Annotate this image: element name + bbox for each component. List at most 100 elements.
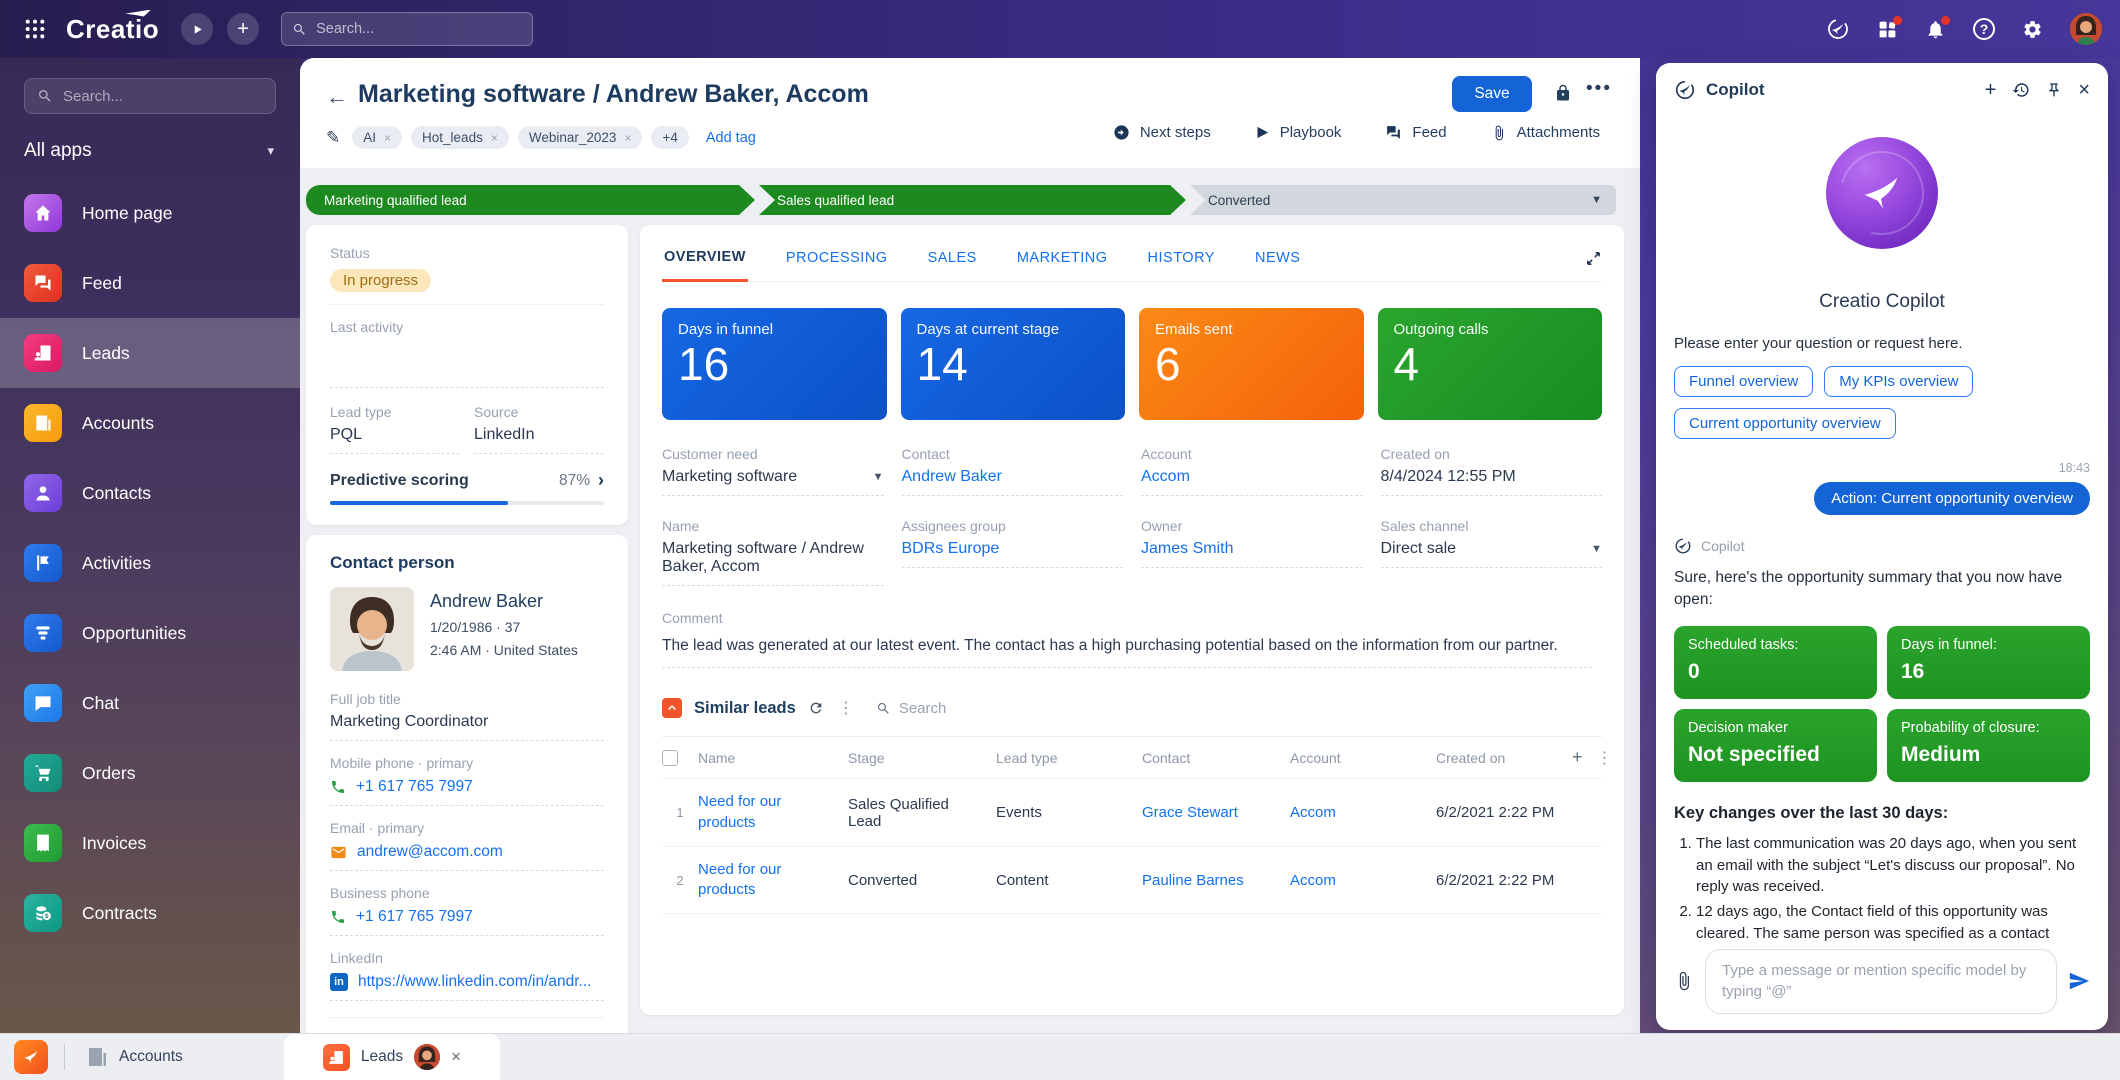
assignees-group-link[interactable]: BDRs Europe	[902, 540, 1000, 558]
sidebar-item-leads[interactable]: Leads	[0, 318, 300, 388]
account-link[interactable]: Accom	[1290, 804, 1336, 821]
remove-tag-icon[interactable]: ×	[384, 131, 391, 145]
similar-leads-search[interactable]	[876, 700, 1029, 717]
name-value[interactable]: Marketing software / Andrew Baker, Accom	[662, 540, 884, 586]
sidebar-item-activities[interactable]: Activities	[0, 528, 300, 598]
col-contact[interactable]: Contact	[1142, 750, 1290, 766]
account-link[interactable]: Accom	[1141, 468, 1190, 486]
app-grid-icon[interactable]	[18, 12, 52, 46]
lead-type-value[interactable]: PQL	[330, 426, 460, 454]
stage-marketing-qualified[interactable]: Marketing qualified lead	[306, 185, 755, 215]
more-actions-icon[interactable]: •••	[1586, 78, 1612, 100]
suggestion-funnel-overview[interactable]: Funnel overview	[1674, 366, 1813, 397]
suggestion-opportunity-overview[interactable]: Current opportunity overview	[1674, 408, 1896, 439]
marketplace-icon[interactable]	[1877, 19, 1898, 40]
refresh-icon[interactable]	[808, 700, 824, 716]
col-created-on[interactable]: Created on	[1436, 750, 1572, 766]
lead-name-link[interactable]: Need for our products	[698, 861, 781, 898]
sidebar-item-chat[interactable]: Chat	[0, 668, 300, 738]
sales-channel-select[interactable]: Direct sale▼	[1381, 540, 1603, 568]
tab-marketing[interactable]: MARKETING	[1015, 236, 1110, 280]
table-menu-icon[interactable]: ⋮	[1597, 748, 1613, 768]
col-account[interactable]: Account	[1290, 750, 1436, 766]
sidebar-item-opportunities[interactable]: Opportunities	[0, 598, 300, 668]
quick-add-button[interactable]: +	[227, 13, 259, 45]
back-arrow-icon[interactable]: ←	[326, 84, 348, 110]
notifications-icon[interactable]	[1925, 19, 1946, 40]
remove-tag-icon[interactable]: ×	[624, 131, 631, 145]
section-menu-icon[interactable]: ⋮	[838, 698, 854, 718]
tab-news[interactable]: NEWS	[1253, 236, 1303, 280]
sidebar-item-feed[interactable]: Feed	[0, 248, 300, 318]
pin-icon[interactable]	[2046, 82, 2062, 98]
table-row[interactable]: 2 Need for our products Converted Conten…	[662, 847, 1602, 915]
save-button[interactable]: Save	[1452, 76, 1532, 112]
collapse-section-icon[interactable]	[662, 698, 682, 718]
attach-file-icon[interactable]	[1674, 971, 1694, 991]
user-avatar[interactable]	[2070, 13, 2102, 45]
sidebar-item-accounts[interactable]: Accounts	[0, 388, 300, 458]
sidebar-item-invoices[interactable]: Invoices	[0, 808, 300, 878]
select-all-checkbox[interactable]	[662, 750, 678, 766]
creatio-taskbar-icon[interactable]	[14, 1040, 48, 1074]
contact-link[interactable]: Grace Stewart	[1142, 804, 1238, 821]
source-value[interactable]: LinkedIn	[474, 426, 604, 454]
col-name[interactable]: Name	[698, 750, 848, 766]
taskbar-tab-leads-active[interactable]: Leads ×	[284, 1034, 500, 1080]
edit-tags-icon[interactable]: ✎	[326, 128, 340, 148]
tag[interactable]: Hot_leads×	[411, 126, 509, 149]
user-action-chip[interactable]: Action: Current opportunity overview	[1814, 482, 2090, 515]
add-column-icon[interactable]: +	[1572, 747, 1583, 768]
suggestion-kpis-overview[interactable]: My KPIs overview	[1824, 366, 1973, 397]
workspace-selector[interactable]: All apps ▾	[24, 140, 274, 162]
job-title-value[interactable]: Marketing Coordinator	[330, 713, 604, 741]
history-icon[interactable]	[2012, 81, 2030, 99]
playbook-button[interactable]: Playbook	[1255, 124, 1342, 141]
run-process-button[interactable]	[181, 13, 213, 45]
sidebar-item-home[interactable]: Home page	[0, 178, 300, 248]
stage-sales-qualified[interactable]: Sales qualified lead	[759, 185, 1186, 215]
send-icon[interactable]	[2068, 970, 2090, 992]
tab-history[interactable]: HISTORY	[1146, 236, 1217, 280]
close-tab-icon[interactable]: ×	[451, 1047, 461, 1067]
sidebar-item-orders[interactable]: Orders	[0, 738, 300, 808]
add-tag-button[interactable]: Add tag	[706, 130, 756, 146]
customer-need-select[interactable]: Marketing software▼	[662, 468, 884, 496]
close-icon[interactable]: ×	[2078, 80, 2090, 100]
feed-button[interactable]: Feed	[1385, 124, 1446, 141]
sidebar-search-input[interactable]	[63, 88, 263, 105]
contact-link[interactable]: Andrew Baker	[902, 468, 1003, 486]
mobile-phone-link[interactable]: +1 617 765 7997	[356, 778, 473, 796]
created-on-value[interactable]: 8/4/2024 12:55 PM	[1381, 468, 1603, 496]
comment-value[interactable]: The lead was generated at our latest eve…	[662, 634, 1592, 668]
new-chat-icon[interactable]: +	[1985, 80, 1997, 100]
taskbar-tab-accounts[interactable]: Accounts	[85, 1045, 183, 1069]
owner-link[interactable]: James Smith	[1141, 540, 1233, 558]
global-search-input[interactable]	[316, 21, 522, 37]
col-stage[interactable]: Stage	[848, 750, 996, 766]
chevron-right-icon[interactable]: ›	[598, 470, 604, 491]
col-lead-type[interactable]: Lead type	[996, 750, 1142, 766]
next-steps-button[interactable]: Next steps	[1113, 124, 1211, 141]
similar-leads-search-input[interactable]	[899, 700, 1029, 717]
email-link[interactable]: andrew@accom.com	[357, 843, 503, 861]
tag[interactable]: Webinar_2023×	[518, 126, 643, 149]
sidebar-item-contracts[interactable]: $ Contracts	[0, 878, 300, 948]
status-badge[interactable]: In progress	[330, 269, 431, 292]
global-search[interactable]	[281, 12, 533, 46]
settings-gear-icon[interactable]	[2022, 19, 2043, 40]
remove-tag-icon[interactable]: ×	[491, 131, 498, 145]
account-link[interactable]: Accom	[1290, 872, 1336, 889]
tag[interactable]: AI×	[352, 126, 402, 149]
tab-overview[interactable]: OVERVIEW	[662, 235, 748, 282]
contact-link[interactable]: Pauline Barnes	[1142, 872, 1244, 889]
sidebar-item-contacts[interactable]: Contacts	[0, 458, 300, 528]
copilot-message-input[interactable]: Type a message or mention specific model…	[1705, 949, 2057, 1015]
lock-icon[interactable]	[1554, 84, 1572, 102]
help-icon[interactable]: ?	[1973, 18, 1995, 40]
business-phone-link[interactable]: +1 617 765 7997	[356, 908, 473, 926]
sidebar-search[interactable]	[24, 78, 276, 114]
table-row[interactable]: 1 Need for our products Sales Qualified …	[662, 779, 1602, 847]
tab-processing[interactable]: PROCESSING	[784, 236, 890, 280]
attachments-button[interactable]: Attachments	[1491, 124, 1600, 141]
